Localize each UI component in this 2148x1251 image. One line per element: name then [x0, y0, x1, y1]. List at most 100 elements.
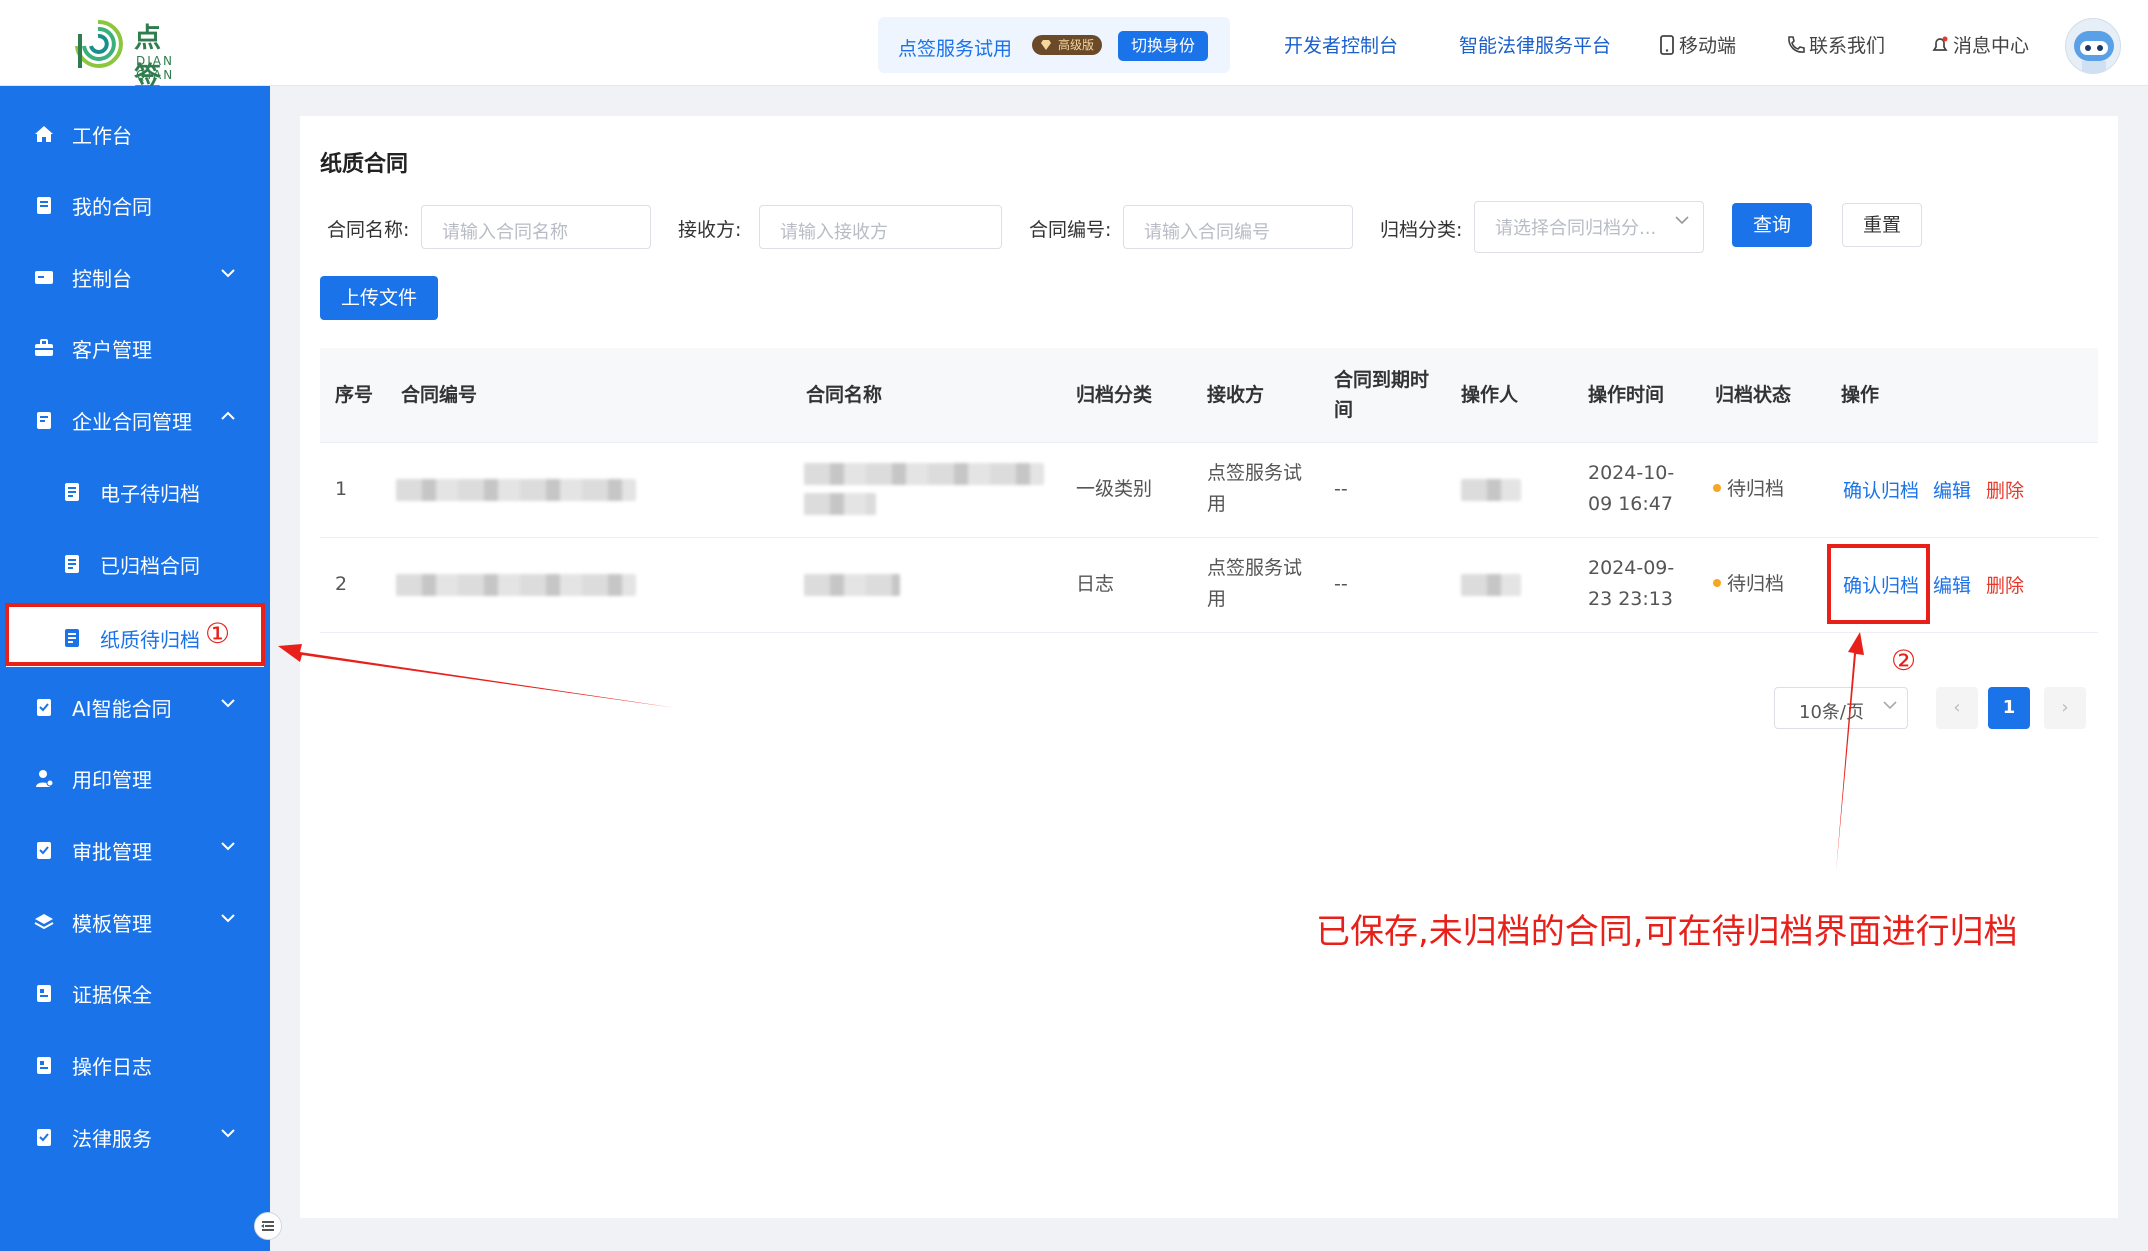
- annotation-box-2: [1827, 544, 1930, 624]
- redacted-operator: [1461, 574, 1521, 596]
- logo-mark-icon: [75, 19, 123, 68]
- row-index: 1: [335, 478, 348, 500]
- reset-button[interactable]: 重置: [1842, 203, 1922, 247]
- status-dot: [1713, 484, 1721, 492]
- row-receiver: 点签服务试用: [1207, 462, 1303, 515]
- upload-file-button[interactable]: 上传文件: [320, 276, 438, 320]
- contract-no-input[interactable]: 请输入合同编号: [1123, 205, 1353, 249]
- filter-receiver-label: 接收方:: [678, 219, 742, 241]
- nav-developer-console[interactable]: 开发者控制台: [1284, 31, 1398, 58]
- sidebar-item-label: 模板管理: [72, 912, 152, 936]
- sidebar-item-label: 已归档合同: [100, 554, 200, 578]
- page-size-label: 10条/页: [1799, 702, 1864, 723]
- sidebar-item-label: 客户管理: [72, 338, 152, 362]
- account-name[interactable]: 点签服务试用: [898, 34, 1012, 61]
- row-category: 一级类别: [1076, 478, 1153, 500]
- console-icon: [35, 271, 53, 284]
- nav-contact-us[interactable]: 联系我们: [1785, 31, 1885, 58]
- col-archive-status: 归档状态: [1715, 384, 1792, 406]
- status-label: 待归档: [1727, 478, 1785, 500]
- edit-link[interactable]: 编辑: [1933, 476, 1971, 503]
- redacted-contract-no: [396, 479, 636, 501]
- vip-badge: 高级版: [1032, 35, 1103, 55]
- avatar[interactable]: [2065, 18, 2121, 74]
- nav-message-center[interactable]: 消息中心: [1931, 31, 2029, 58]
- col-receiver: 接收方: [1207, 384, 1265, 406]
- prev-page-button[interactable]: ‹: [1936, 687, 1978, 729]
- logo[interactable]: 点 签 DIAN QIAN: [68, 12, 208, 93]
- delete-link[interactable]: 删除: [1986, 571, 2024, 598]
- row-category: 日志: [1076, 573, 1115, 595]
- col-contract-no: 合同编号: [401, 384, 478, 406]
- account-switcher: 点签服务试用 高级版 切换身份: [878, 17, 1230, 73]
- sidebar-item-evidence[interactable]: 证据保全: [0, 962, 270, 1022]
- evidence-icon: [37, 985, 51, 1002]
- sidebar-item-seal[interactable]: 用印管理: [0, 747, 270, 807]
- sidebar-item-archived[interactable]: 已归档合同: [0, 533, 270, 593]
- sidebar-item-label: 法律服务: [72, 1127, 152, 1151]
- sidebar-item-enterprise-contract[interactable]: 企业合同管理: [0, 389, 270, 449]
- nav-mobile[interactable]: 移动端: [1659, 31, 1736, 58]
- doc-icon: [65, 483, 79, 501]
- sidebar-item-template[interactable]: 模板管理: [0, 891, 270, 951]
- sidebar-item-electronic-pending[interactable]: 电子待归档: [0, 461, 270, 521]
- nav-legal-service-platform[interactable]: 智能法律服务平台: [1459, 31, 1611, 58]
- chevron-down-icon: [221, 699, 235, 708]
- collapse-icon: [261, 1221, 274, 1231]
- chevron-down-icon: [221, 914, 235, 923]
- confirm-archive-link[interactable]: 确认归档: [1843, 476, 1919, 503]
- row-receiver: 点签服务试用: [1207, 557, 1303, 610]
- receiver-input[interactable]: 请输入接收方: [759, 205, 1002, 249]
- page-size-select[interactable]: 10条/页: [1774, 687, 1908, 729]
- annotation-note: 已保存,未归档的合同,可在待归档界面进行归档: [1316, 912, 2018, 952]
- category-select[interactable]: 请选择合同归档分...: [1474, 201, 1704, 253]
- category-select-placeholder: 请选择合同归档分...: [1495, 218, 1657, 239]
- chevron-down-icon: [1883, 701, 1897, 710]
- sidebar-item-legal-service[interactable]: 法律服务: [0, 1106, 270, 1166]
- redacted-operator: [1461, 479, 1521, 501]
- redacted-contract-no: [396, 574, 636, 596]
- nav-message-label: 消息中心: [1953, 35, 2030, 57]
- query-button[interactable]: 查询: [1732, 203, 1812, 247]
- filter-contract-no-label: 合同编号:: [1029, 219, 1112, 241]
- sidebar-item-my-contracts[interactable]: 我的合同: [0, 174, 270, 234]
- row-archive-status: 待归档: [1713, 569, 1784, 600]
- sidebar-item-workbench[interactable]: 工作台: [0, 103, 270, 163]
- sidebar-item-customer[interactable]: 客户管理: [0, 317, 270, 377]
- page-1-button[interactable]: 1: [1988, 687, 2030, 729]
- status-label: 待归档: [1727, 573, 1785, 595]
- nav-contact-label: 联系我们: [1809, 35, 1886, 57]
- chevron-up-icon: [221, 411, 235, 420]
- switch-identity-button[interactable]: 切换身份: [1118, 31, 1209, 61]
- sidebar-collapse-button[interactable]: [254, 1212, 282, 1240]
- delete-link[interactable]: 删除: [1986, 476, 2024, 503]
- row-operation-time: 2024-09-23 23:13: [1588, 557, 1675, 610]
- table-header: 序号 合同编号 合同名称 归档分类 接收方 合同到期时间 操作人 操作时间 归档…: [320, 348, 2098, 443]
- sidebar-item-label: AI智能合同: [72, 697, 172, 721]
- chevron-down-icon: [221, 842, 235, 851]
- sidebar-item-ai-contract[interactable]: AI智能合同: [0, 676, 270, 736]
- edit-link[interactable]: 编辑: [1933, 571, 1971, 598]
- annotation-marker-1: ①: [205, 617, 231, 650]
- sidebar-item-approval[interactable]: 审批管理: [0, 819, 270, 879]
- sidebar-item-label: 证据保全: [72, 983, 152, 1007]
- sidebar-item-label: 控制台: [72, 267, 132, 291]
- status-dot: [1713, 579, 1721, 587]
- seal-icon: [36, 770, 54, 787]
- nav-mobile-label: 移动端: [1679, 35, 1737, 57]
- col-contract-name: 合同名称: [806, 384, 883, 406]
- layers-icon: [34, 914, 54, 930]
- annotation-marker-2: ②: [1891, 644, 1917, 677]
- contract-icon: [37, 197, 51, 214]
- logo-subtext: DIAN QIAN: [136, 54, 175, 82]
- contract-name-input[interactable]: 请输入合同名称: [421, 205, 651, 249]
- sidebar-item-operation-log[interactable]: 操作日志: [0, 1034, 270, 1094]
- col-index: 序号: [335, 384, 374, 406]
- next-page-button[interactable]: ›: [2044, 687, 2086, 729]
- redacted-contract-name: [804, 463, 1044, 485]
- sidebar-item-console[interactable]: 控制台: [0, 246, 270, 306]
- sidebar: 工作台 我的合同 控制台 客户管理 企业合同管理 电子待归档 已归档合同 纸质待…: [0, 86, 270, 1251]
- mobile-icon: [1660, 35, 1674, 55]
- row-expire-time: --: [1334, 573, 1348, 595]
- diamond-icon: [1041, 40, 1051, 50]
